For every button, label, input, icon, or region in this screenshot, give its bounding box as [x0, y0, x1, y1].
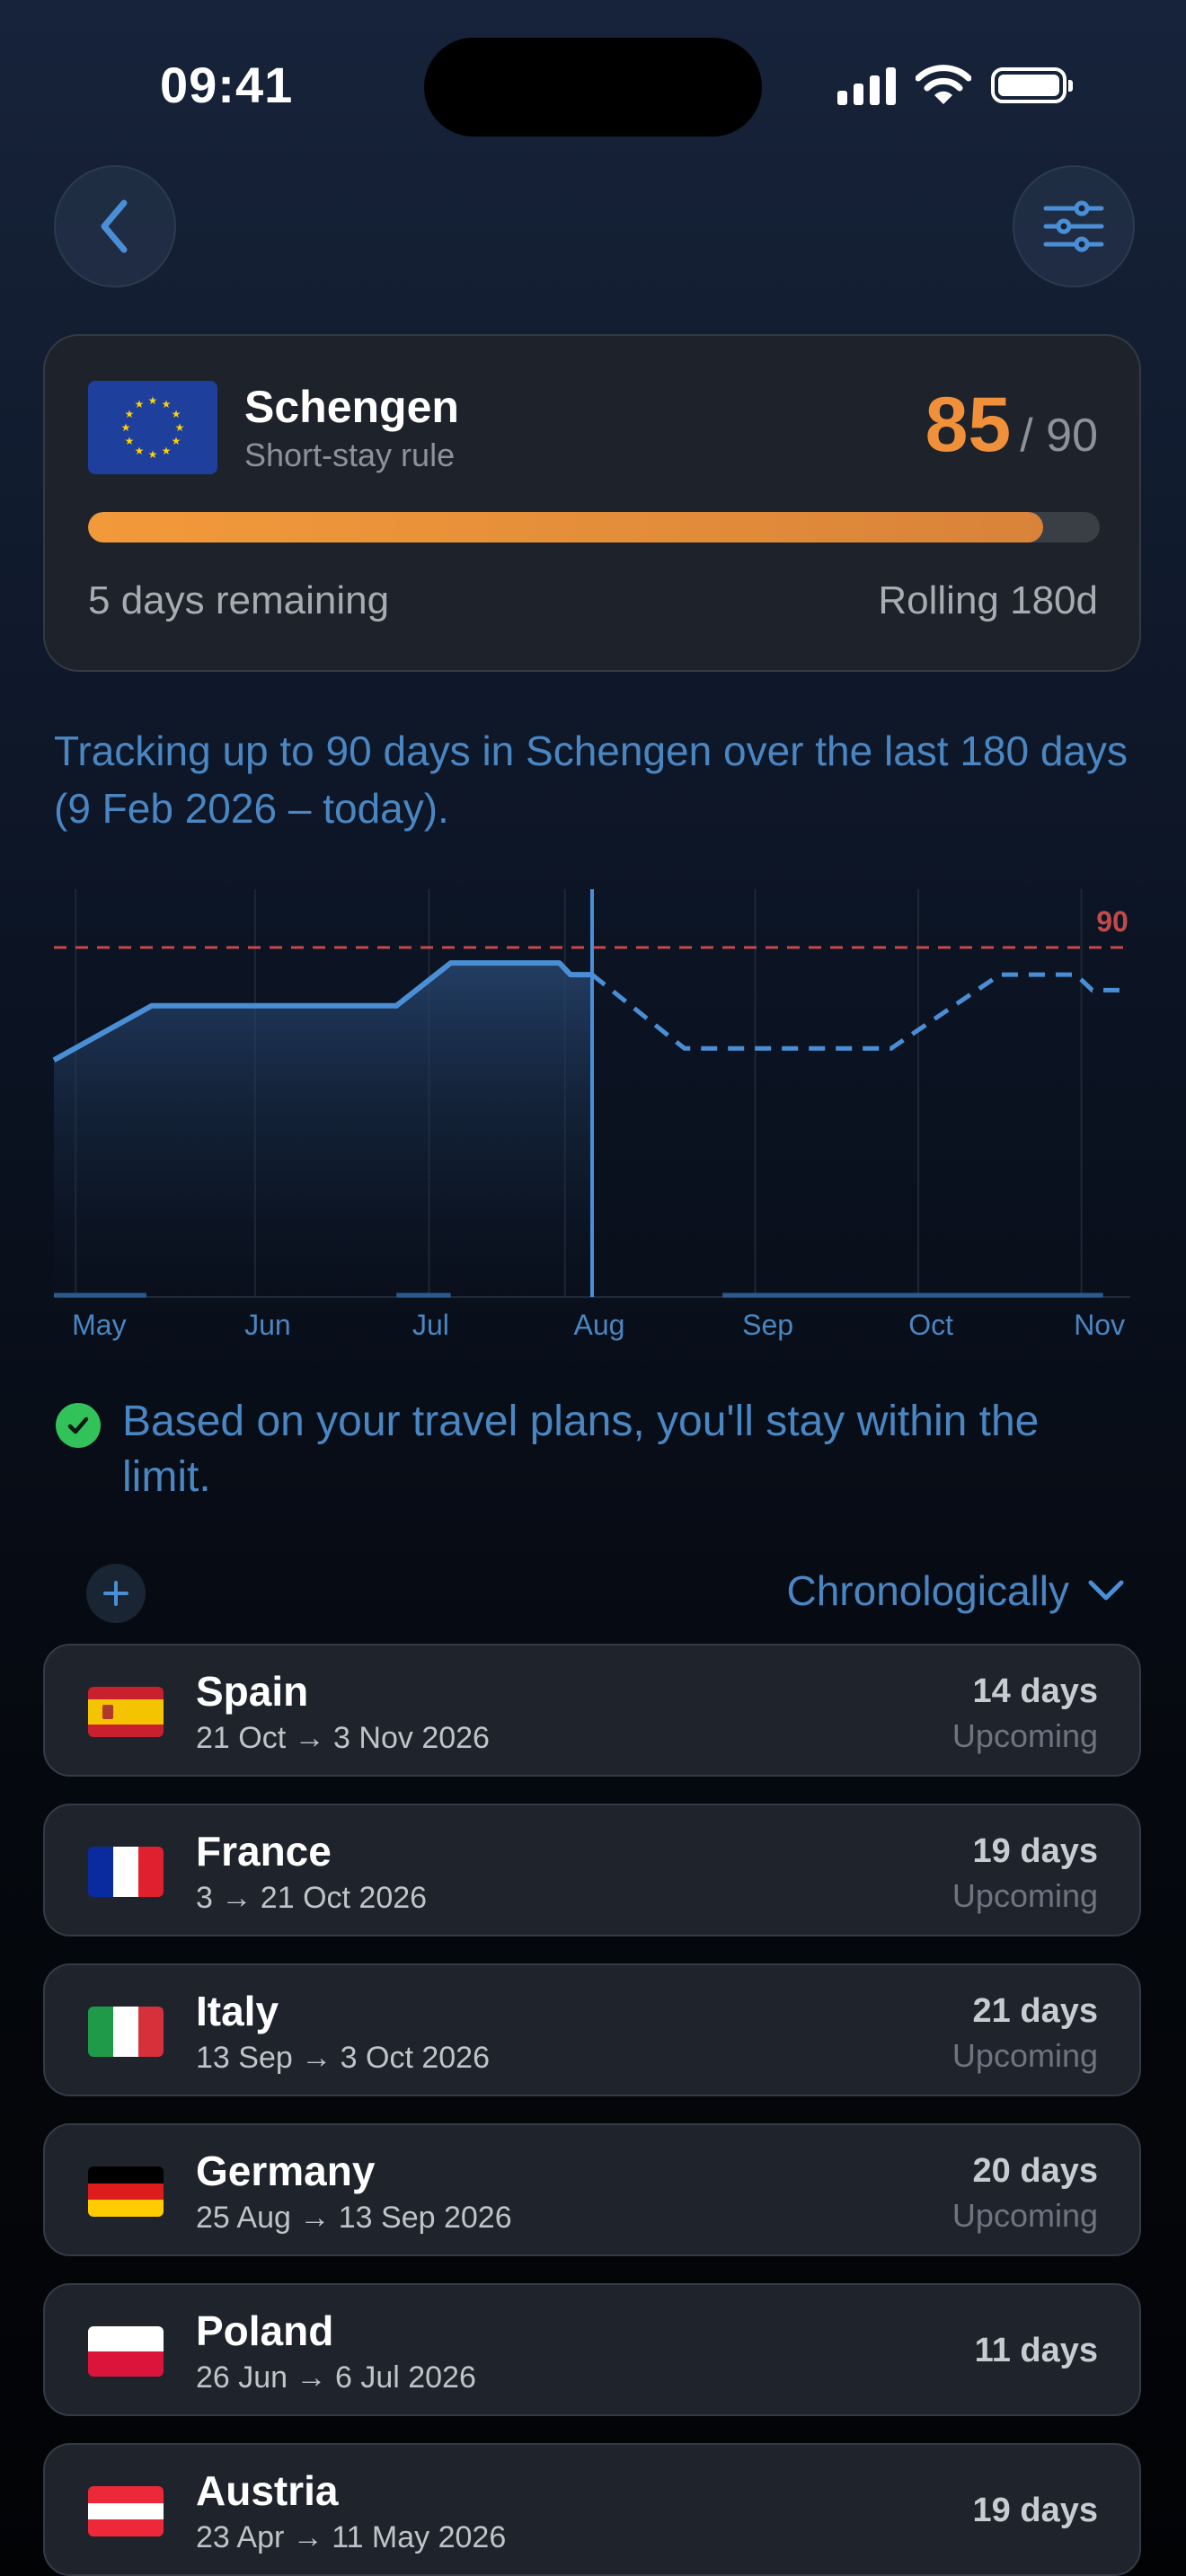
svg-text:★: ★	[135, 398, 145, 410]
trip-country: Germany	[196, 2148, 376, 2194]
chart-x-tick-label: Nov	[1074, 1309, 1125, 1341]
status-icons	[837, 63, 1073, 108]
chart-line-projected	[590, 972, 1120, 1051]
france-flag-icon	[88, 1847, 164, 1897]
days-limit: / 90	[1020, 410, 1098, 462]
sort-dropdown[interactable]: Chronologically	[787, 1566, 1126, 1615]
trip-row-poland[interactable]: Poland 26 Jun → 6 Jul 2026 11 days	[43, 2283, 1141, 2416]
svg-text:★: ★	[121, 421, 131, 434]
days-used: 85	[925, 382, 1012, 468]
days-usage-chart: May Jun Jul Aug Sep Oct Nov 90	[52, 889, 1130, 1341]
trip-days: 20 days	[972, 2152, 1098, 2190]
poland-flag-icon	[88, 2326, 164, 2377]
svg-text:★: ★	[135, 445, 145, 457]
chevron-left-icon	[101, 199, 128, 253]
status-time: 09:41	[160, 57, 294, 113]
trip-country: Italy	[196, 1988, 279, 2034]
limit-status-message: Based on your travel plans, you'll stay …	[122, 1398, 1040, 1501]
austria-flag-icon	[88, 2486, 164, 2536]
trip-days: 19 days	[972, 1832, 1098, 1870]
chart-x-tick-label: Jul	[412, 1309, 449, 1341]
add-trip-button[interactable]	[86, 1564, 146, 1623]
svg-text:★: ★	[125, 435, 135, 447]
days-progress-fill	[88, 512, 1043, 543]
sort-label: Chronologically	[786, 1567, 1070, 1614]
cellular-signal-icon	[837, 66, 896, 105]
trip-status: Upcoming	[951, 2037, 1098, 2074]
days-progress-bar	[88, 512, 1100, 543]
battery-icon	[991, 67, 1073, 103]
trip-row-austria[interactable]: Austria 23 Apr → 11 May 2026 19 days	[43, 2443, 1141, 2576]
trip-status: Upcoming	[951, 2197, 1098, 2234]
trip-dates: 3 → 21 Oct 2026	[196, 1881, 428, 1915]
plus-icon	[103, 1581, 128, 1606]
wifi-icon	[916, 65, 971, 104]
spain-flag-icon	[88, 1687, 164, 1737]
zone-rule: Short-stay rule	[244, 437, 456, 473]
germany-flag-icon	[88, 2166, 164, 2217]
trip-dates: 25 Aug → 13 Sep 2026	[196, 2201, 512, 2235]
chart-x-tick-label: Oct	[908, 1309, 953, 1341]
svg-text:★: ★	[175, 421, 185, 434]
chart-limit-label: 90	[1096, 905, 1128, 938]
trip-status: Upcoming	[951, 1717, 1098, 1754]
trip-dates: 26 Jun → 6 Jul 2026	[196, 2360, 476, 2395]
zone-name: Schengen	[244, 382, 459, 432]
trip-country: Poland	[196, 2307, 334, 2354]
eu-flag-icon: ★ ★ ★ ★ ★ ★ ★ ★ ★ ★ ★ ★	[88, 381, 217, 474]
back-button[interactable]	[54, 165, 176, 287]
schengen-summary-card[interactable]: ★ ★ ★ ★ ★ ★ ★ ★ ★ ★ ★ ★ Schengen Short-stay rule 85…	[43, 334, 1141, 672]
trip-row-spain[interactable]: Spain 21 Oct → 3 Nov 2026 14 days Upcomi…	[43, 1644, 1141, 1777]
dynamic-island	[424, 38, 762, 137]
screen: 09:41 ★ ★ ★ ★ ★ ★ ★ ★ ★ ★ ★ ★ Schengen Shor	[0, 0, 1186, 2576]
svg-text:★: ★	[172, 408, 181, 420]
trip-days: 14 days	[972, 1672, 1098, 1710]
trip-dates: 13 Sep → 3 Oct 2026	[196, 2041, 490, 2075]
rolling-window: Rolling 180d	[878, 578, 1098, 622]
italy-flag-icon	[88, 2007, 164, 2057]
trip-status: Upcoming	[951, 1877, 1098, 1914]
svg-text:★: ★	[172, 435, 181, 447]
svg-text:★: ★	[148, 448, 158, 461]
trip-days: 11 days	[974, 2332, 1098, 2369]
tracking-description: Tracking up to 90 days in Schengen over …	[54, 728, 1128, 832]
chart-x-tick-label: May	[72, 1309, 126, 1341]
sliders-icon	[1043, 200, 1104, 252]
svg-text:★: ★	[162, 445, 172, 457]
trip-row-germany[interactable]: Germany 25 Aug → 13 Sep 2026 20 days Upc…	[43, 2123, 1141, 2256]
trip-country: France	[196, 1828, 332, 1875]
chart-x-tick-label: Jun	[244, 1309, 291, 1341]
check-circle-icon	[56, 1403, 101, 1448]
days-counter: 85 / 90	[925, 381, 1098, 470]
svg-text:★: ★	[162, 398, 172, 410]
trip-row-france[interactable]: France 3 → 21 Oct 2026 19 days Upcoming	[43, 1804, 1141, 1936]
trip-row-italy[interactable]: Italy 13 Sep → 3 Oct 2026 21 days Upcomi…	[43, 1963, 1141, 2096]
chevron-down-icon	[1088, 1580, 1124, 1601]
trip-dates: 23 Apr → 11 May 2026	[196, 2520, 507, 2554]
svg-text:★: ★	[148, 394, 158, 407]
chart-x-tick-label: Aug	[574, 1309, 625, 1341]
svg-text:★: ★	[125, 408, 135, 420]
trip-days: 21 days	[972, 1992, 1098, 2030]
days-remaining: 5 days remaining	[88, 578, 390, 622]
chart-x-tick-label: Sep	[742, 1309, 793, 1341]
trip-country: Austria	[196, 2467, 339, 2514]
filter-button[interactable]	[1013, 165, 1135, 287]
trip-dates: 21 Oct → 3 Nov 2026	[196, 1721, 490, 1755]
trip-days: 19 days	[972, 2492, 1098, 2529]
trip-country: Spain	[196, 1668, 309, 1715]
